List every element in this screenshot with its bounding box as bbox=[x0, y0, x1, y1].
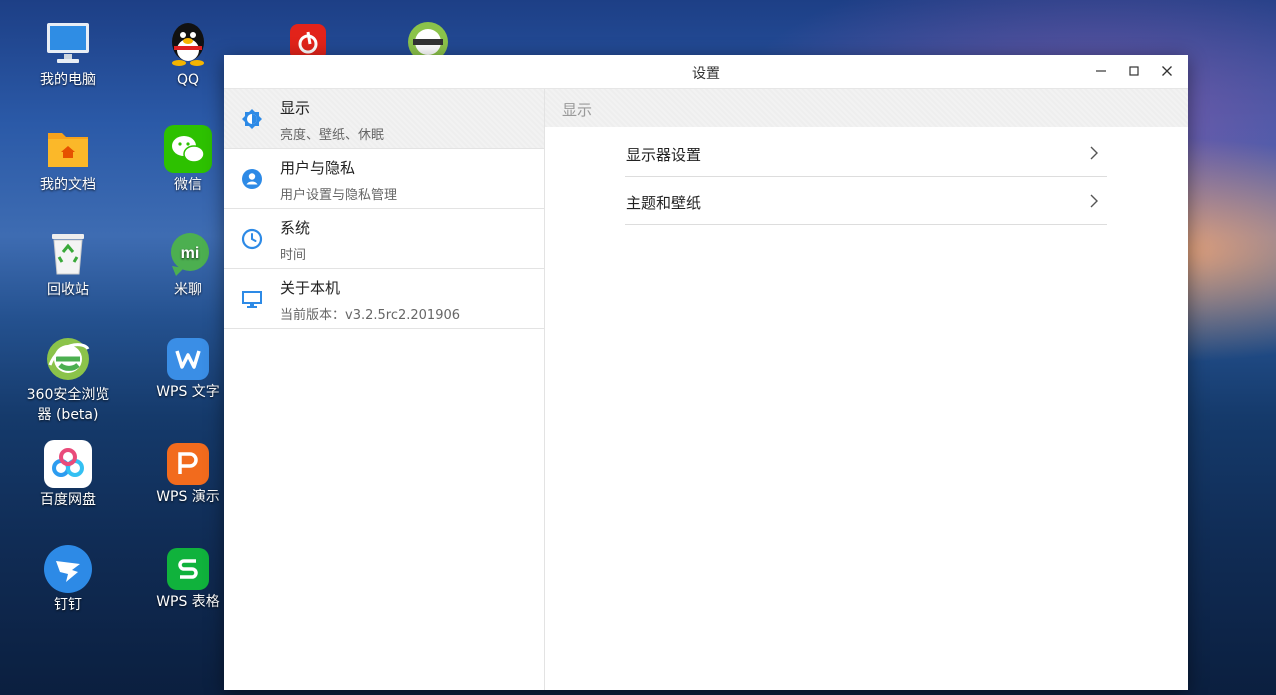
desktop-icon-recycle-bin[interactable]: 回收站 bbox=[18, 230, 118, 300]
user-icon bbox=[242, 169, 262, 189]
desktop-icon-miliao[interactable]: mi 米聊 bbox=[138, 230, 238, 300]
sidebar-item-display[interactable]: 显示 亮度、壁纸、休眠 bbox=[224, 89, 544, 149]
desktop-icon-dingtalk[interactable]: 钉钉 bbox=[18, 545, 118, 615]
maximize-button[interactable] bbox=[1119, 59, 1149, 83]
desktop-icon-my-documents[interactable]: 我的文档 bbox=[18, 125, 118, 195]
desktop-icon-wps-spreadsheet[interactable]: WPS 表格 bbox=[138, 545, 238, 612]
desktop-icon-label: WPS 演示 bbox=[156, 489, 220, 505]
desktop-icon-label: 我的电脑 bbox=[40, 72, 96, 88]
row-theme-wallpaper[interactable]: 主题和壁纸 bbox=[625, 177, 1107, 225]
settings-sidebar: 显示 亮度、壁纸、休眠 用户与隐私 用户设置与隐私管理 系统 时间 关于本机 当… bbox=[224, 89, 545, 690]
clock-icon bbox=[241, 228, 263, 250]
settings-window: 设置 显示 亮度、壁纸、休眠 用户与隐私 用户设置与隐私管理 系统 时间 关于本… bbox=[224, 55, 1188, 690]
title-bar[interactable]: 设置 bbox=[224, 55, 1188, 89]
minimize-button[interactable] bbox=[1086, 59, 1116, 83]
dingtalk-icon bbox=[44, 545, 92, 593]
sidebar-item-subtitle: 用户设置与隐私管理 bbox=[280, 188, 398, 203]
minimize-icon bbox=[1096, 70, 1106, 72]
sidebar-item-title: 显示 bbox=[280, 99, 311, 117]
sidebar-item-title: 关于本机 bbox=[280, 279, 341, 297]
wps-spreadsheet-icon bbox=[167, 548, 209, 590]
desktop-icon-wps-writer[interactable]: WPS 文字 bbox=[138, 335, 238, 402]
sidebar-item-subtitle: 亮度、壁纸、休眠 bbox=[280, 128, 385, 143]
maximize-icon bbox=[1129, 66, 1139, 76]
desktop-icon-label: 微信 bbox=[174, 177, 202, 193]
row-label: 主题和壁纸 bbox=[626, 194, 702, 212]
svg-text:mi: mi bbox=[181, 245, 200, 262]
settings-content: 显示 显示器设置 主题和壁纸 bbox=[545, 89, 1188, 690]
sidebar-item-user-privacy[interactable]: 用户与隐私 用户设置与隐私管理 bbox=[224, 149, 544, 209]
desktop-icon-wechat[interactable]: 微信 bbox=[138, 125, 238, 195]
desktop-icon-label-line2: 器 (beta) bbox=[37, 407, 99, 423]
desktop-icon-qq[interactable]: QQ bbox=[138, 20, 238, 90]
baidu-netdisk-icon bbox=[44, 440, 92, 488]
chevron-right-icon bbox=[1090, 194, 1098, 208]
wechat-icon bbox=[164, 125, 212, 173]
sidebar-item-title: 用户与隐私 bbox=[280, 159, 356, 177]
miliao-icon: mi bbox=[164, 230, 212, 278]
desktop-icon-label: 我的文档 bbox=[40, 177, 96, 193]
row-label: 显示器设置 bbox=[626, 146, 702, 164]
desktop-icon-label: 钉钉 bbox=[54, 597, 82, 613]
recycle-bin-icon bbox=[44, 230, 92, 278]
content-header-title: 显示 bbox=[562, 101, 593, 119]
desktop-icon-wps-presentation[interactable]: WPS 演示 bbox=[138, 440, 238, 507]
desktop-icon-label: WPS 表格 bbox=[156, 594, 220, 610]
sidebar-item-subtitle: 当前版本：v3.2.5rc2.201906 bbox=[280, 308, 461, 323]
desktop-icon-baidu-netdisk[interactable]: 百度网盘 bbox=[18, 440, 118, 510]
sidebar-item-about[interactable]: 关于本机 当前版本：v3.2.5rc2.201906 bbox=[224, 269, 544, 329]
close-icon bbox=[1162, 66, 1172, 76]
browser-360-icon bbox=[44, 335, 92, 383]
sidebar-item-title: 系统 bbox=[280, 219, 311, 237]
qq-penguin-icon bbox=[164, 20, 212, 68]
sidebar-item-subtitle: 时间 bbox=[280, 248, 307, 263]
desktop-icon-label: 360安全浏览 bbox=[26, 387, 110, 403]
desktop-icon-360-browser[interactable]: 360安全浏览 器 (beta) bbox=[18, 335, 118, 425]
desktop-icon-my-computer[interactable]: 我的电脑 bbox=[18, 20, 118, 90]
sidebar-item-system[interactable]: 系统 时间 bbox=[224, 209, 544, 269]
display-brightness-icon bbox=[242, 109, 262, 129]
desktop-icon-label: 百度网盘 bbox=[40, 492, 96, 508]
desktop-icon-label: 回收站 bbox=[47, 282, 89, 298]
folder-home-icon bbox=[44, 125, 92, 173]
desktop-icon-label: WPS 文字 bbox=[156, 384, 220, 400]
wps-writer-icon bbox=[167, 338, 209, 380]
window-title: 设置 bbox=[692, 66, 720, 82]
close-button[interactable] bbox=[1152, 59, 1182, 83]
chevron-right-icon bbox=[1090, 146, 1098, 160]
desktop-icon-label: 米聊 bbox=[174, 282, 202, 298]
row-display-settings[interactable]: 显示器设置 bbox=[625, 129, 1107, 177]
wps-presentation-icon bbox=[167, 443, 209, 485]
monitor-icon bbox=[242, 291, 262, 308]
desktop-icon-label: QQ bbox=[176, 72, 200, 88]
computer-icon bbox=[44, 20, 92, 68]
content-header: 显示 bbox=[545, 89, 1188, 127]
